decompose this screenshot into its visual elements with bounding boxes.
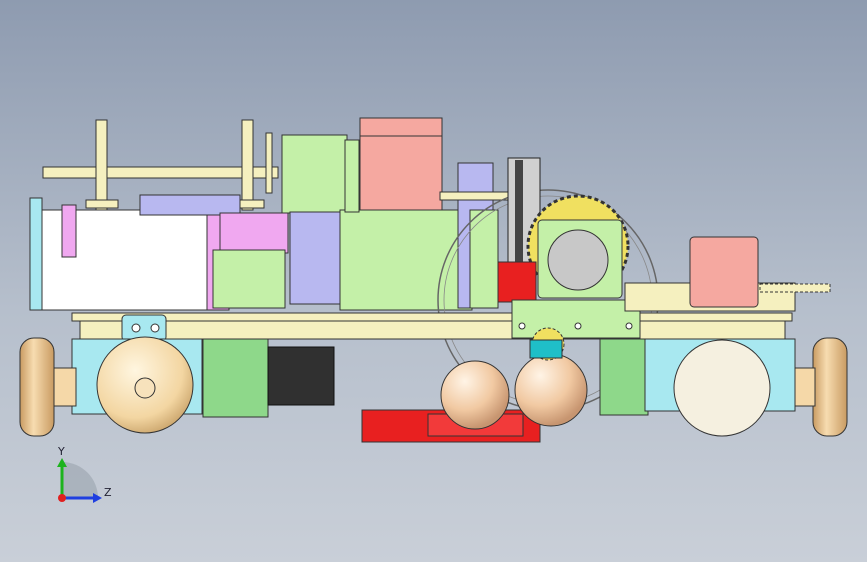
violet-cover bbox=[139, 194, 241, 216]
center-bolt-1 bbox=[518, 322, 526, 330]
rear-wheel-large[interactable] bbox=[673, 339, 771, 437]
left-tire[interactable] bbox=[19, 337, 55, 437]
triad-xy-plane bbox=[62, 462, 98, 498]
black-pulley-teeth bbox=[515, 160, 523, 266]
green-upper-block bbox=[281, 134, 348, 214]
cyan-pinion-cap bbox=[529, 339, 563, 359]
left-body-cyan-edge bbox=[29, 197, 43, 311]
ball-right bbox=[514, 353, 588, 427]
small-green-motor bbox=[212, 249, 286, 309]
center-bolt-3 bbox=[625, 322, 633, 330]
black-motor-can bbox=[267, 346, 335, 406]
rail-top bbox=[71, 312, 793, 322]
center-bolt-2 bbox=[574, 322, 582, 330]
rail-body bbox=[79, 320, 786, 340]
triad-x-origin bbox=[58, 494, 66, 502]
lower-green-block-left bbox=[202, 338, 269, 418]
red-block bbox=[497, 261, 537, 303]
gear-bearing bbox=[547, 229, 609, 291]
rack-strip bbox=[759, 283, 831, 293]
bracket-bolt-1 bbox=[131, 323, 141, 333]
front-wheel-hub bbox=[134, 377, 156, 399]
left-tire-axle bbox=[53, 367, 77, 407]
triad-y-label: Y bbox=[57, 445, 65, 458]
right-tire[interactable] bbox=[812, 337, 848, 437]
coordinate-triad: Y Z bbox=[57, 445, 112, 503]
triad-z-label: Z bbox=[104, 486, 112, 499]
bracket-bolt-2 bbox=[150, 323, 160, 333]
green-mid-column bbox=[344, 139, 360, 213]
handle-post-small bbox=[265, 132, 273, 194]
handle-collar-left bbox=[85, 199, 119, 209]
central-housing[interactable] bbox=[281, 117, 521, 311]
cad-viewport[interactable]: Y Z bbox=[0, 0, 867, 562]
violet-side-panel bbox=[289, 211, 346, 305]
rail-bracket-center bbox=[511, 299, 641, 339]
left-body-block[interactable] bbox=[29, 194, 289, 311]
pink-motor-right bbox=[689, 236, 759, 308]
handle-post-right bbox=[241, 119, 254, 211]
left-body-magenta-tab bbox=[61, 204, 77, 258]
pink-motor-block bbox=[359, 117, 443, 211]
handle-post-left bbox=[95, 119, 108, 211]
ball-left bbox=[440, 360, 510, 430]
lower-green-block-right bbox=[599, 338, 649, 416]
right-tire-axle bbox=[794, 367, 816, 407]
green-right-plate bbox=[469, 209, 499, 309]
magenta-bracket bbox=[219, 212, 289, 254]
